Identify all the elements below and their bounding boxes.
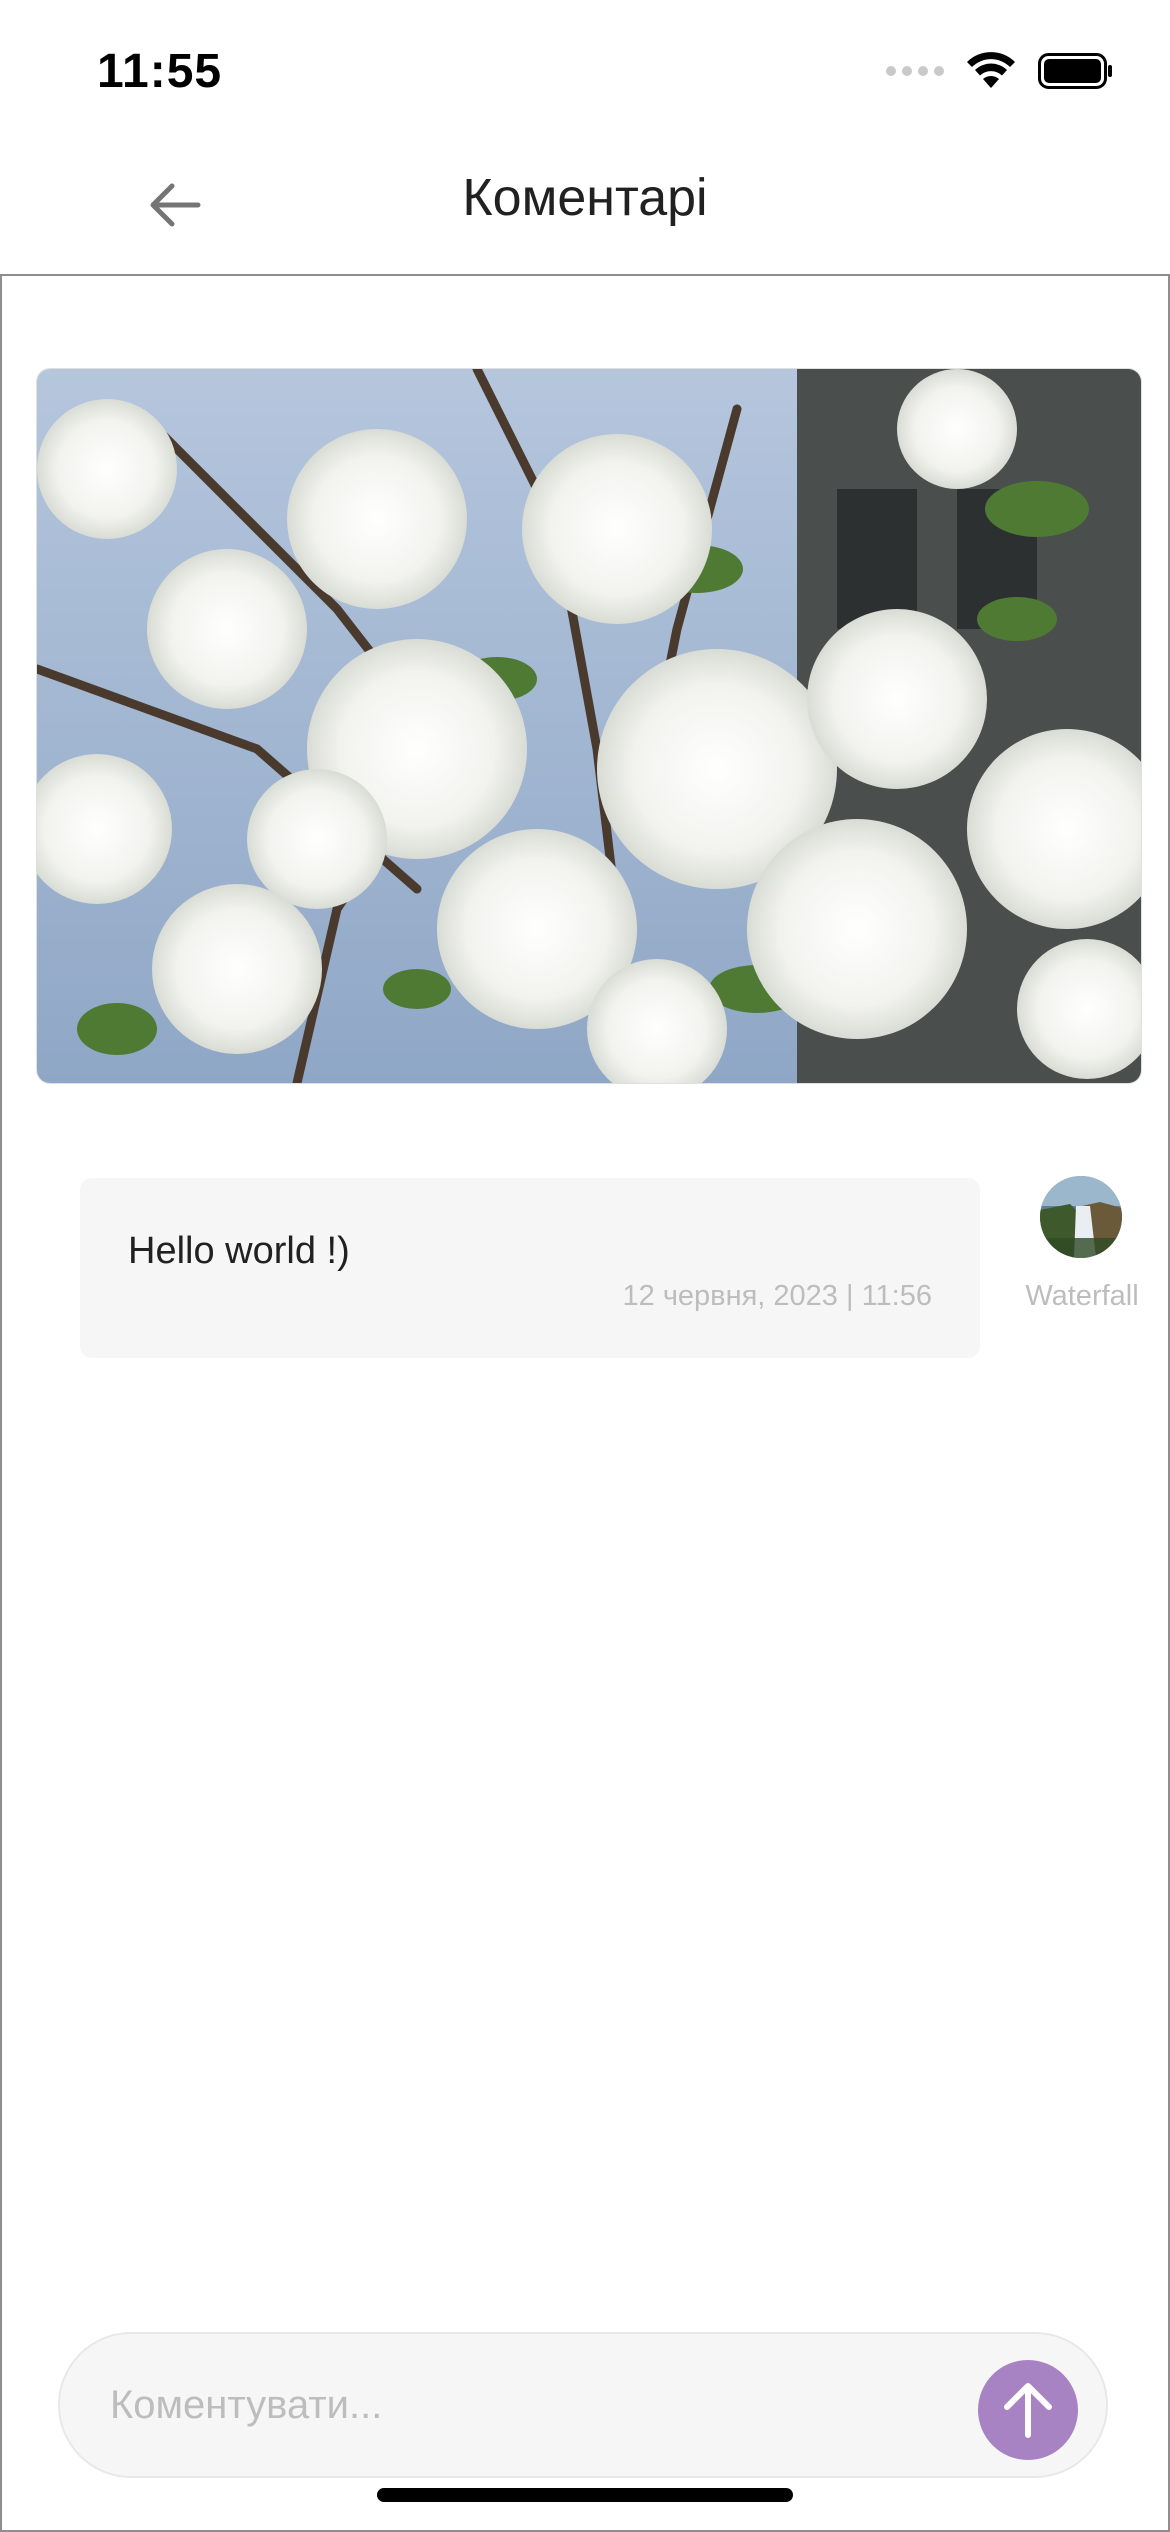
post-photo: [36, 368, 1142, 1084]
comment-composer: [58, 2332, 1108, 2478]
comment-input[interactable]: [108, 2372, 912, 2438]
battery-icon: [1038, 53, 1112, 89]
header: Коментарі: [0, 140, 1170, 274]
avatar: [1040, 1176, 1122, 1258]
status-icons: [886, 52, 1114, 90]
comment-author[interactable]: Waterfall: [1002, 1280, 1162, 1313]
status-time: 11:55: [97, 45, 223, 98]
arrow-up-icon: [1004, 2383, 1052, 2438]
cellular-signal-icon: [886, 66, 944, 76]
send-button[interactable]: [978, 2360, 1078, 2460]
waterfall-avatar: [1040, 1176, 1122, 1258]
wifi-icon: [967, 52, 1015, 88]
comments-screen: 11:55 Коментарі Hello world !) 12 червня…: [0, 0, 1170, 2532]
comment-bubble: Hello world !) 12 червня, 2023 | 11:56: [80, 1178, 980, 1358]
status-bar: 11:55: [0, 0, 1170, 140]
cherry-blossom-photo: [37, 369, 1141, 1083]
comments-content: Hello world !) 12 червня, 2023 | 11:56 W…: [0, 274, 1170, 2532]
comment-date: 12 червня, 2023 | 11:56: [622, 1280, 933, 1312]
home-indicator: [377, 2488, 793, 2502]
comment-text: Hello world !): [128, 1230, 350, 1272]
page-title: Коментарі: [462, 169, 708, 227]
